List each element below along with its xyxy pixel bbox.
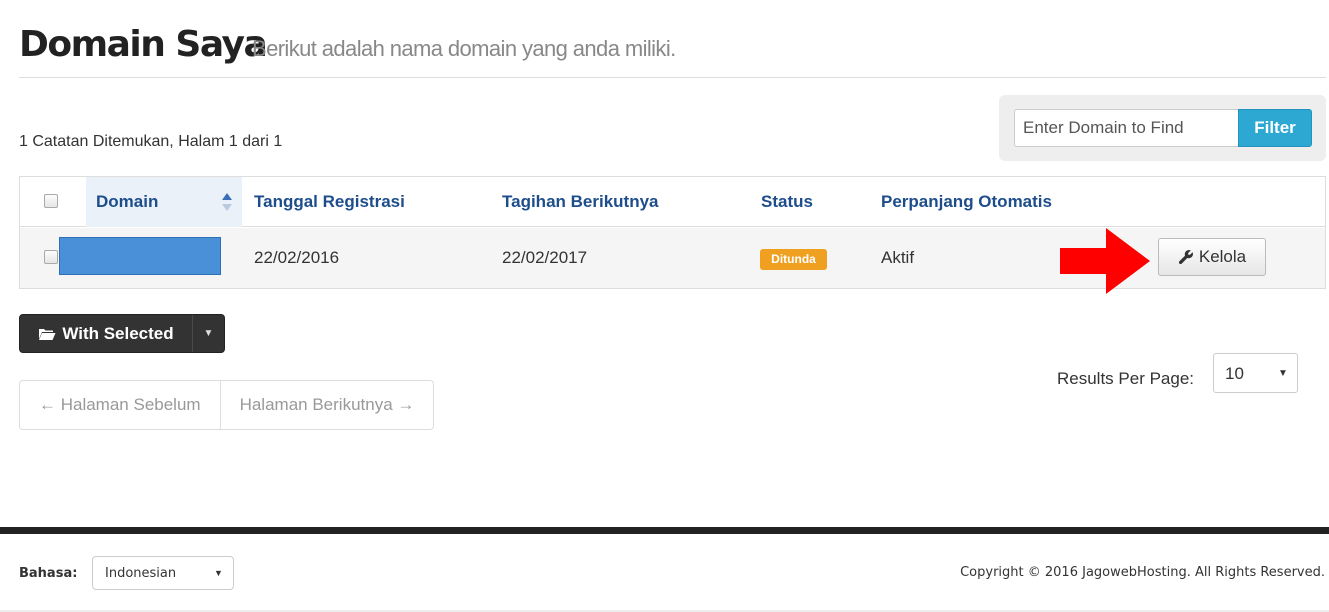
with-selected-button[interactable]: With Selected ▼ [19,314,225,353]
chevron-down-icon: ▼ [214,568,223,578]
next-due-date: 22/02/2017 [502,248,588,267]
column-auto-renew[interactable]: Perpanjang Otomatis [881,192,1052,212]
chevron-down-icon: ▼ [1278,368,1288,379]
copyright: Copyright © 2016 JagowebHosting. All Rig… [960,565,1325,580]
registration-date: 22/02/2016 [254,248,340,267]
chevron-down-icon[interactable]: ▼ [192,315,224,352]
status-badge: Ditunda [760,249,827,270]
results-per-page-label: Results Per Page: [1057,369,1195,388]
language-select[interactable]: Indonesian ▼ [92,556,234,590]
manage-button-label: Kelola [1198,247,1247,266]
language-value: Indonesian [105,566,177,581]
row-checkbox[interactable] [44,250,58,264]
with-selected-label: With Selected [62,323,174,343]
footer: Bahasa: Indonesian ▼ Copyright © 2016 Ja… [0,534,1329,612]
column-next-due[interactable]: Tagihan Berikutnya [502,192,659,212]
filter-box: Filter [999,95,1326,161]
page-subtitle: Berikut adalah nama domain yang anda mil… [252,36,676,61]
folder-open-icon [39,328,56,340]
record-count: 1 Catatan Ditemukan, Halam 1 dari 1 [19,133,283,150]
results-per-page-select[interactable]: 10 ▼ [1213,353,1298,393]
results-per-page-value: 10 [1225,364,1244,383]
manage-button[interactable]: Kelola [1158,238,1266,276]
table-header: Domain Tanggal Registrasi Tagihan Beriku… [20,177,1325,227]
red-arrow-icon [1060,228,1150,294]
language-label: Bahasa: [19,566,78,581]
page-header: Domain Saya Berikut adalah nama domain y… [19,20,1326,78]
prev-page-link[interactable]: ← Halaman Sebelum [20,381,220,429]
domain-name-redacted[interactable] [59,237,221,275]
column-registration-date[interactable]: Tanggal Registrasi [254,192,405,212]
select-all-checkbox[interactable] [44,194,58,208]
sort-asc-icon[interactable] [221,191,233,213]
column-status[interactable]: Status [761,192,813,212]
next-page-link[interactable]: Halaman Berikutnya → [219,381,434,429]
footer-divider [0,527,1329,534]
wrench-icon [1178,250,1193,265]
pagination: ← Halaman Sebelum Halaman Berikutnya → [19,380,435,430]
filter-button[interactable]: Filter [1238,109,1312,147]
page-title: Domain Saya [19,24,268,65]
auto-renew-value: Aktif [881,248,915,267]
column-domain[interactable]: Domain [96,192,158,212]
domain-search-input[interactable] [1014,109,1238,147]
